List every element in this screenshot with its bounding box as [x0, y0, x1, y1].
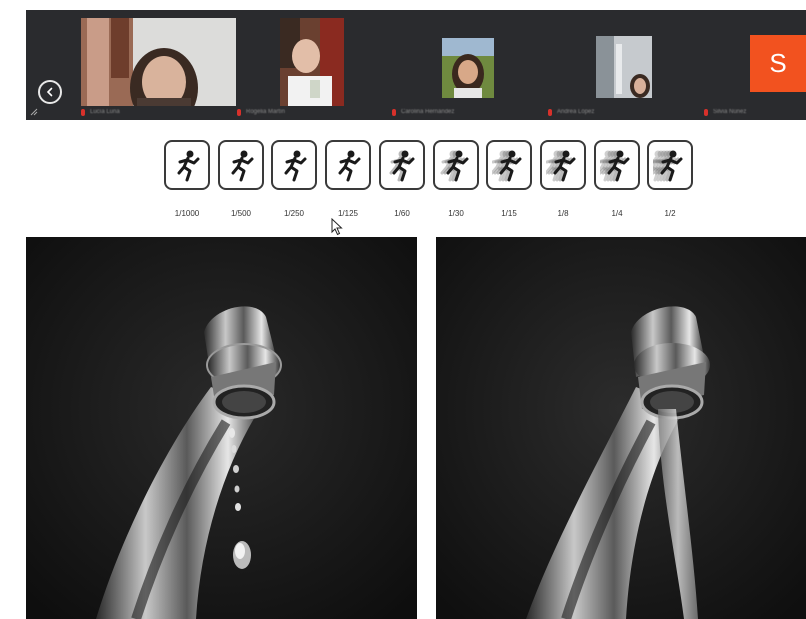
participant-nametag: Carolina Hernández	[392, 107, 512, 117]
participant-name: Silvia Núñez	[713, 109, 747, 115]
chevron-left-icon	[46, 87, 53, 97]
participant-avatar[interactable]: S	[750, 35, 806, 92]
shutter-speed-option[interactable]: 1/2	[647, 140, 695, 218]
shutter-speed-option[interactable]: 1/125	[325, 140, 373, 218]
shutter-speed-option[interactable]: 1/4	[594, 140, 642, 218]
shutter-speed-label: 1/250	[283, 209, 305, 218]
participant-name: Andrea López	[557, 109, 595, 115]
shutter-speed-label: 1/4	[611, 209, 623, 218]
shutter-speed-label: 1/60	[394, 209, 410, 218]
shutter-speed-label: 1/500	[230, 209, 252, 218]
participant-name: Lucía Luna	[90, 109, 120, 115]
shutter-speed-option[interactable]: 1/8	[540, 140, 588, 218]
mouse-cursor-icon	[331, 218, 343, 236]
participant-tile[interactable]: Lucía Luna	[81, 18, 236, 117]
participant-video	[280, 18, 344, 106]
participant-video-strip: Lucía Luna Rogelia Martín Carolina Herná…	[26, 10, 806, 120]
shutter-speed-option[interactable]: 1/30	[433, 140, 481, 218]
avatar-initial: S	[769, 48, 787, 78]
participant-nametag: Silvia Núñez	[704, 107, 806, 117]
shutter-speed-option[interactable]: 1/250	[271, 140, 319, 218]
shutter-speed-option[interactable]: 1/60	[379, 140, 427, 218]
running-faucet-icon	[436, 237, 806, 619]
running-figure-icon	[271, 140, 317, 190]
shutter-speed-label: 1/8	[557, 209, 569, 218]
dripping-faucet-photo	[26, 237, 417, 619]
shutter-speed-option[interactable]: 1/15	[486, 140, 534, 218]
dripping-faucet-icon	[26, 237, 417, 619]
participant-name: Rogelia Martín	[246, 109, 286, 115]
participant-video	[596, 36, 652, 98]
shutter-speed-label: 1/30	[448, 209, 464, 218]
shutter-speed-label: 1/1000	[174, 209, 200, 218]
running-figure-icon	[433, 140, 479, 190]
mic-muted-icon	[81, 108, 85, 116]
running-figure-icon	[218, 140, 264, 190]
running-figure-icon	[164, 140, 210, 190]
shutter-speed-label: 1/2	[664, 209, 676, 218]
running-figure-icon	[486, 140, 532, 190]
participant-tile[interactable]: Andrea López	[548, 18, 668, 117]
shutter-speed-label: 1/15	[501, 209, 517, 218]
mic-muted-icon	[237, 108, 241, 116]
participant-name: Carolina Hernández	[401, 109, 455, 115]
running-figure-icon	[540, 140, 586, 190]
shutter-speed-scale: 1/1000 1/500 1/250 1/125 1/60 1/30 1/15 1/8 1/4 1…	[164, 140, 704, 220]
participant-video	[81, 18, 236, 106]
running-figure-icon	[379, 140, 425, 190]
mic-muted-icon	[392, 108, 396, 116]
running-figure-icon	[325, 140, 371, 190]
resize-handle-icon[interactable]	[30, 108, 38, 116]
shutter-speed-option[interactable]: 1/500	[218, 140, 266, 218]
previous-participants-button[interactable]	[38, 80, 62, 104]
participant-tile[interactable]: Carolina Hernández	[392, 18, 512, 117]
participant-nametag: Andrea López	[548, 107, 668, 117]
mic-muted-icon	[704, 108, 708, 116]
participant-nametag: Rogelia Martín	[237, 107, 357, 117]
participant-nametag: Lucía Luna	[81, 107, 201, 117]
participant-tile[interactable]: Rogelia Martín	[237, 18, 357, 117]
shutter-speed-option[interactable]: 1/1000	[164, 140, 212, 218]
running-faucet-photo	[436, 237, 806, 619]
shutter-speed-label: 1/125	[337, 209, 359, 218]
running-figure-icon	[594, 140, 640, 190]
participant-video	[442, 38, 494, 98]
running-figure-icon	[647, 140, 693, 190]
mic-muted-icon	[548, 108, 552, 116]
